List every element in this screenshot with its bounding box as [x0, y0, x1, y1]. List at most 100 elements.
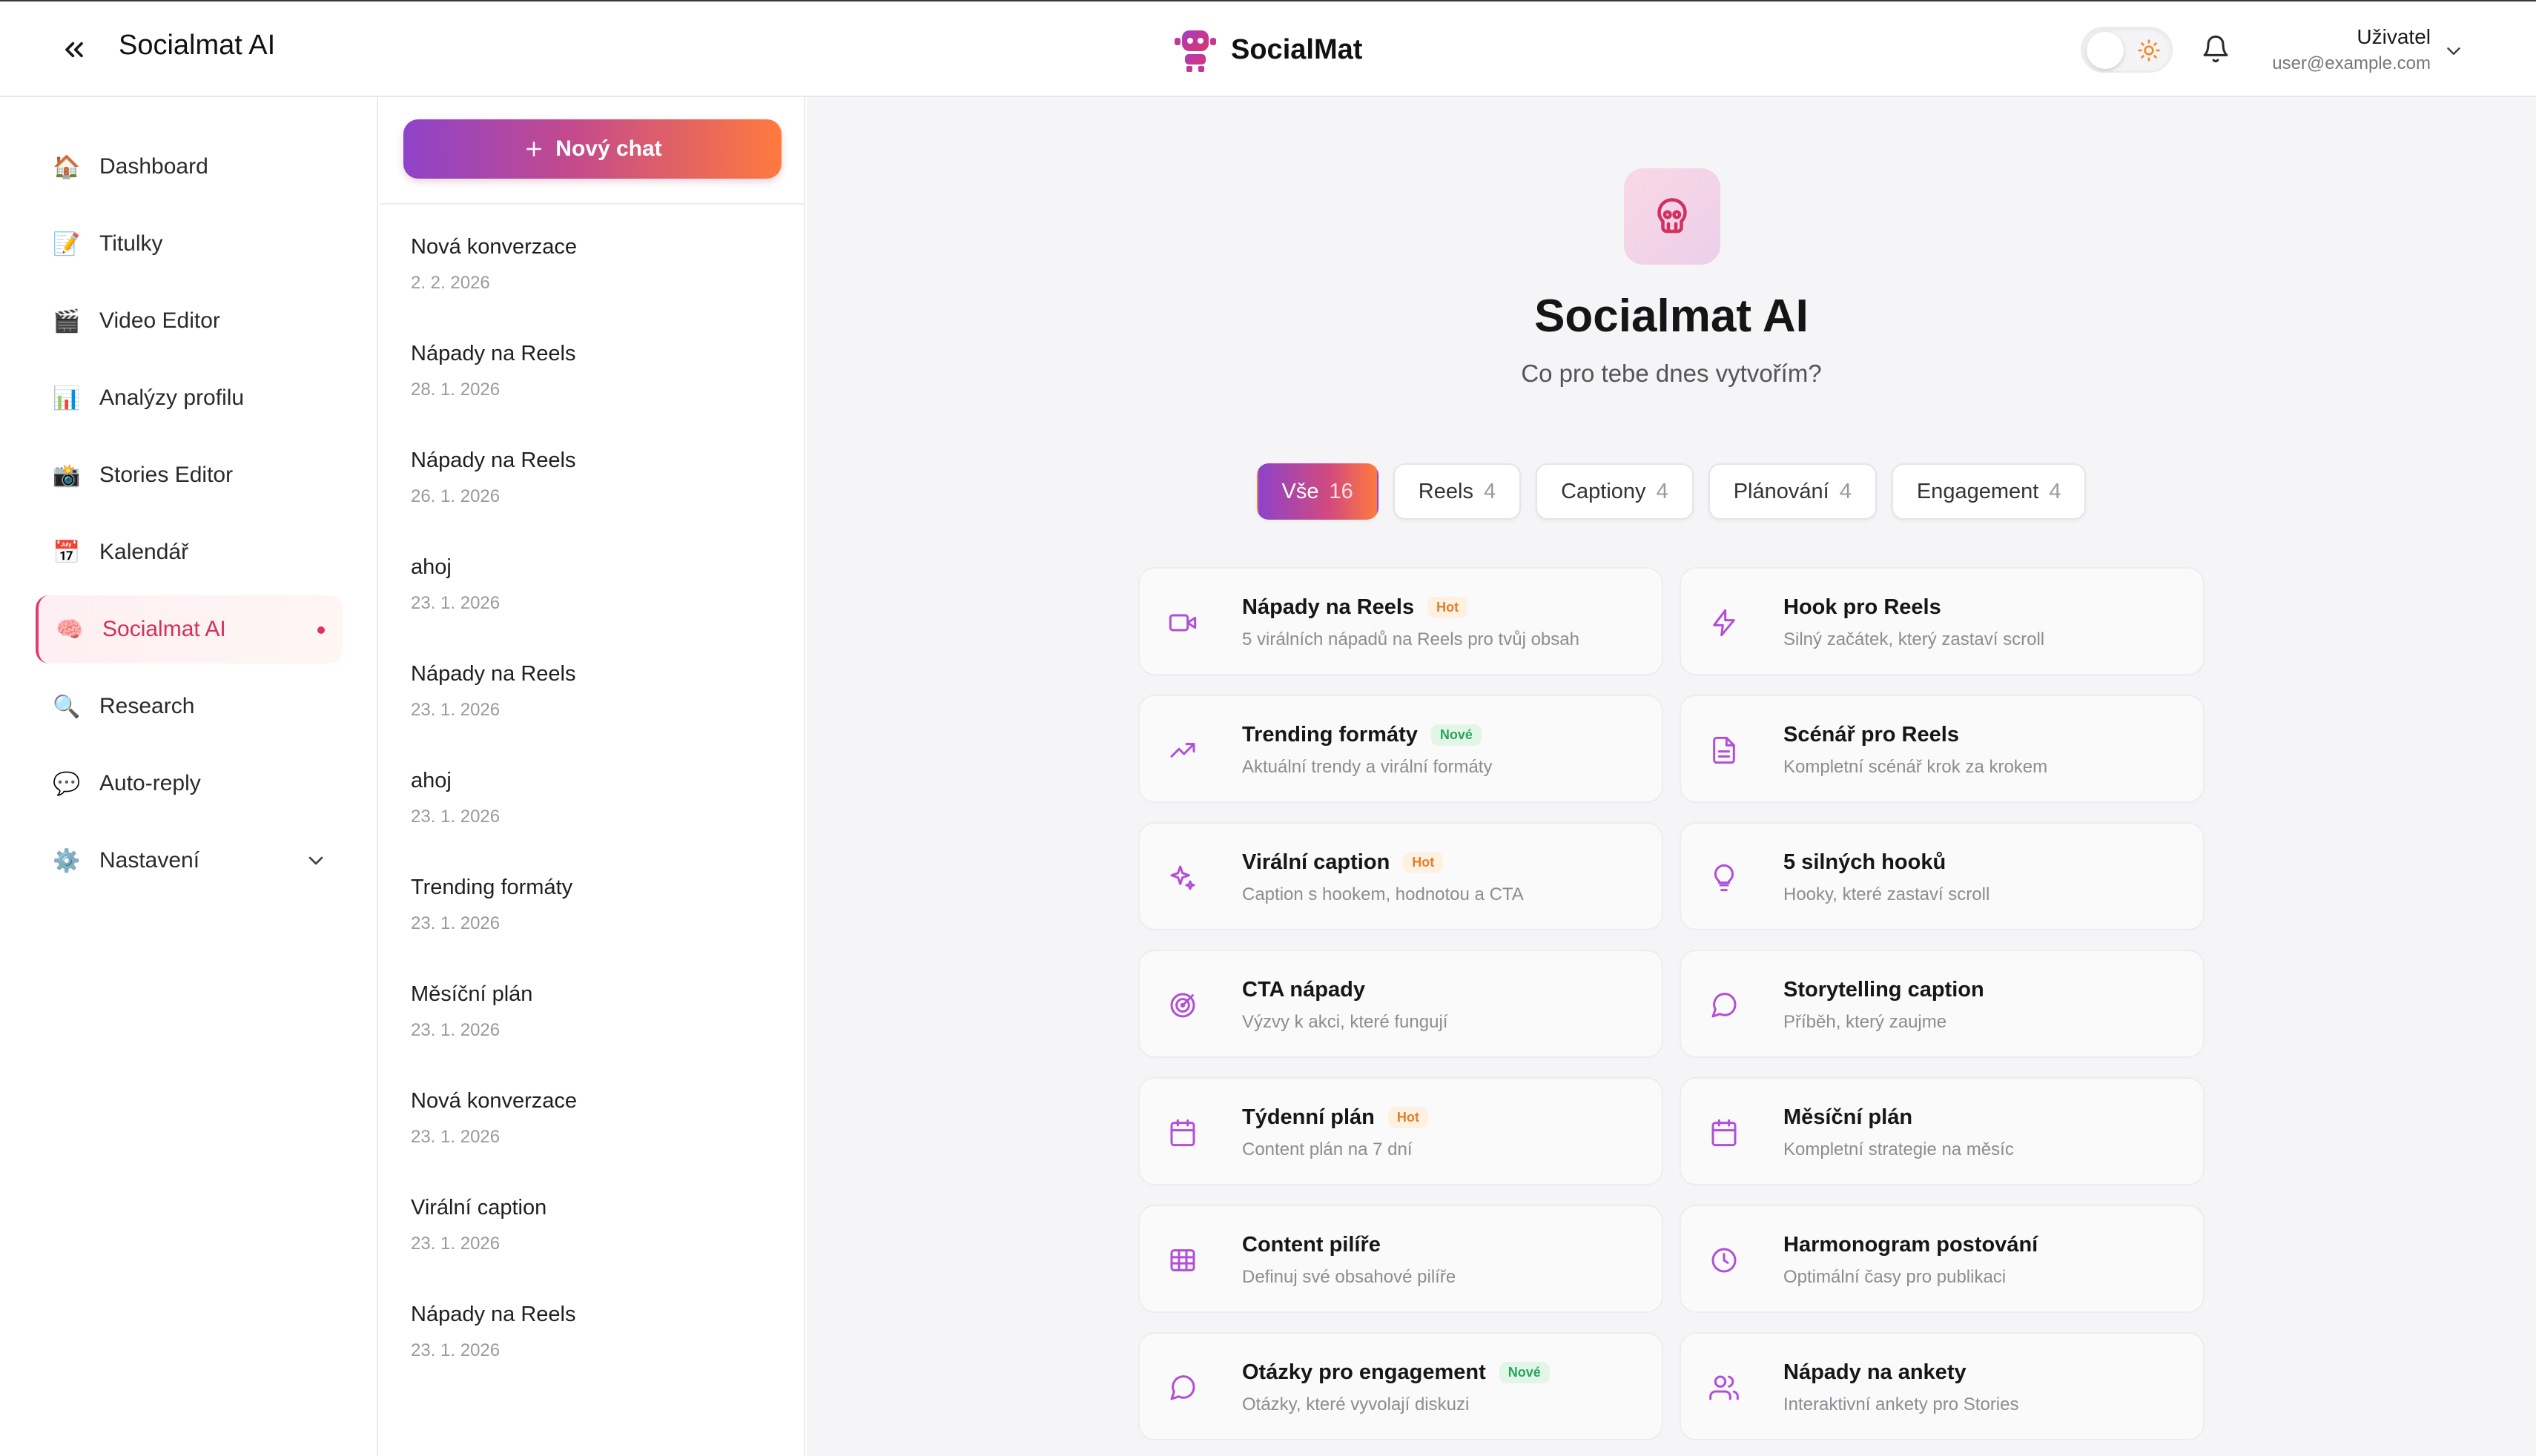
sidebar-item-titulky[interactable]: 📝 Titulky: [36, 210, 343, 278]
page-subtitle: Co pro tebe dnes vytvořím?: [1521, 360, 1822, 387]
prompt-card[interactable]: Týdenní plán Hot Content plán na 7 dní: [1138, 1077, 1663, 1185]
sparkles-icon: [1160, 856, 1205, 900]
filter-planovani[interactable]: Plánování 4: [1708, 463, 1877, 520]
chat-history-item[interactable]: Měsíční plán 23. 1. 2026: [411, 982, 774, 1071]
filter-count: 4: [2049, 479, 2061, 503]
sidebar-item-nastaveni[interactable]: ⚙️ Nastavení: [36, 827, 343, 895]
sidebar-item-label: Nastavení: [99, 848, 200, 873]
brand-logo[interactable]: SocialMat: [1172, 24, 1362, 76]
chat-history-item[interactable]: Trending formáty 23. 1. 2026: [411, 876, 774, 964]
camera-icon: 📸: [53, 463, 81, 488]
users-icon: [1702, 1366, 1746, 1410]
prompt-card[interactable]: Nápady na Reels Hot 5 virálních nápadů na…: [1138, 567, 1663, 675]
card-description: 5 virálních nápadů na Reels pro tvůj obs…: [1242, 629, 1579, 649]
prompt-card[interactable]: 5 silných hooků Hooky, které zastaví scr…: [1680, 822, 2205, 930]
new-badge: Nové: [1430, 724, 1482, 746]
sidebar-item-label: Research: [99, 694, 195, 718]
chat-history-item[interactable]: ahoj 23. 1. 2026: [411, 555, 774, 644]
sidebar-item-research[interactable]: 🔍 Research: [36, 672, 343, 741]
prompt-card[interactable]: Hook pro Reels Silný začátek, který zast…: [1680, 567, 2205, 675]
filter-count: 4: [1483, 479, 1496, 503]
sidebar-item-auto-reply[interactable]: 💬 Auto-reply: [36, 749, 343, 818]
document-icon: [1702, 728, 1746, 772]
chat-title: Nápady na Reels: [411, 342, 576, 365]
sidebar-item-video-editor[interactable]: 🎬 Video Editor: [36, 287, 343, 355]
user-email: user@example.com: [2272, 53, 2431, 73]
card-title: CTA nápady: [1242, 978, 1365, 1002]
grid-icon: [1160, 1238, 1205, 1283]
sidebar: 🏠 Dashboard 📝 Titulky 🎬 Video Editor 📊 A…: [0, 97, 378, 1456]
prompt-card[interactable]: Harmonogram postování Optimální časy pro…: [1680, 1205, 2205, 1313]
chat-date: 23. 1. 2026: [411, 593, 501, 613]
card-title: Otázky pro engagement: [1242, 1360, 1486, 1384]
card-description: Příběh, který zaujme: [1783, 1012, 1947, 1032]
new-badge: Nové: [1499, 1362, 1550, 1383]
chat-history-panel: Nový chat Nová konverzace 2. 2. 2026 Náp…: [380, 97, 805, 1456]
active-indicator-dot: [317, 626, 325, 634]
trending-up-icon: [1160, 728, 1205, 772]
chevron-down-icon[interactable]: [2443, 40, 2465, 62]
hot-badge: Hot: [1427, 597, 1468, 618]
theme-toggle[interactable]: [2081, 27, 2173, 73]
card-title: Virální caption: [1242, 850, 1390, 874]
card-title: 5 silných hooků: [1783, 850, 1946, 874]
filter-vse[interactable]: Vše 16: [1256, 463, 1378, 520]
sidebar-item-label: Kalendář: [99, 540, 189, 564]
sidebar-item-stories-editor[interactable]: 📸 Stories Editor: [36, 441, 343, 509]
prompt-card[interactable]: Content pilíře Definuj své obsahové pilí…: [1138, 1205, 1663, 1313]
filter-engagement[interactable]: Engagement 4: [1891, 463, 2087, 520]
top-header: Socialmat AI SocialMat Uživatel user@exa…: [0, 0, 2536, 97]
chat-history-item[interactable]: Virální caption 23. 1. 2026: [411, 1196, 774, 1285]
clapper-icon: 🎬: [53, 308, 81, 334]
prompt-card[interactable]: Měsíční plán Kompletní strategie na měsí…: [1680, 1077, 2205, 1185]
user-menu[interactable]: Uživatel user@example.com: [2262, 25, 2431, 74]
sidebar-item-dashboard[interactable]: 🏠 Dashboard: [36, 133, 343, 201]
chat-title: Virální caption: [411, 1196, 547, 1220]
plus-icon: [526, 142, 542, 156]
filter-label: Vše: [1281, 479, 1319, 503]
card-title: Hook pro Reels: [1783, 595, 1941, 619]
filter-reels[interactable]: Reels 4: [1393, 463, 1522, 520]
prompt-card[interactable]: Nápady na ankety Interaktivní ankety pro…: [1680, 1332, 2205, 1440]
chat-history-item[interactable]: Nová konverzace 2. 2. 2026: [411, 235, 774, 324]
prompt-card[interactable]: Storytelling caption Příběh, který zaujm…: [1680, 950, 2205, 1058]
card-title: Harmonogram postování: [1783, 1233, 2038, 1257]
new-chat-button[interactable]: Nový chat: [403, 119, 782, 179]
prompt-card[interactable]: Scénář pro Reels Kompletní scénář krok z…: [1680, 695, 2205, 803]
sidebar-item-kalendar[interactable]: 📅 Kalendář: [36, 518, 343, 586]
chat-history-item[interactable]: Nápady na Reels 26. 1. 2026: [411, 449, 774, 537]
chat-history-item[interactable]: Nová konverzace 23. 1. 2026: [411, 1089, 774, 1178]
chat-history-item[interactable]: Nápady na Reels 23. 1. 2026: [411, 662, 774, 751]
sidebar-item-label: Dashboard: [99, 154, 208, 179]
prompt-card[interactable]: CTA nápady Výzvy k akci, které fungují: [1138, 950, 1663, 1058]
chevron-down-icon[interactable]: [304, 849, 328, 873]
bell-icon: [2203, 35, 2228, 63]
prompt-card[interactable]: Virální caption Hot Caption s hookem, hod…: [1138, 822, 1663, 930]
chat-history-item[interactable]: Nápady na Reels 23. 1. 2026: [411, 1303, 774, 1392]
prompt-card[interactable]: Otázky pro engagement Nové Otázky, které …: [1138, 1332, 1663, 1440]
main-content: Socialmat AI Co pro tebe dnes vytvořím? …: [807, 97, 2536, 1456]
double-chevron-left-icon: [65, 42, 83, 58]
sidebar-item-socialmat-ai[interactable]: 🧠 Socialmat AI: [36, 595, 343, 664]
category-filters: Vše 16 Reels 4 Captiony 4 Plánování 4 En…: [807, 463, 2536, 520]
new-chat-label: Nový chat: [555, 136, 662, 161]
filter-captiony[interactable]: Captiony 4: [1536, 463, 1694, 520]
sidebar-item-label: Video Editor: [99, 308, 220, 333]
lightning-icon: [1702, 600, 1746, 645]
target-icon: [1160, 983, 1205, 1028]
chat-title: Nová konverzace: [411, 1089, 578, 1113]
chat-date: 23. 1. 2026: [411, 913, 501, 933]
sidebar-item-analyzy-profilu[interactable]: 📊 Analýzy profilu: [36, 364, 343, 432]
chat-title: ahoj: [411, 769, 452, 792]
prompt-card[interactable]: Trending formáty Nové Aktuální trendy a v…: [1138, 695, 1663, 803]
card-description: Výzvy k akci, které fungují: [1242, 1012, 1448, 1032]
filter-label: Captiony: [1561, 479, 1646, 503]
chat-history-item[interactable]: ahoj 23. 1. 2026: [411, 769, 774, 858]
card-description: Optimální časy pro publikaci: [1783, 1267, 2007, 1287]
card-description: Definuj své obsahové pilíře: [1242, 1267, 1456, 1287]
notifications-button[interactable]: [2201, 34, 2233, 67]
robot-logo-icon: [1175, 30, 1216, 72]
card-description: Otázky, které vyvolají diskuzi: [1242, 1394, 1470, 1414]
collapse-sidebar-button[interactable]: [52, 31, 96, 68]
chat-history-item[interactable]: Nápady na Reels 28. 1. 2026: [411, 342, 774, 431]
